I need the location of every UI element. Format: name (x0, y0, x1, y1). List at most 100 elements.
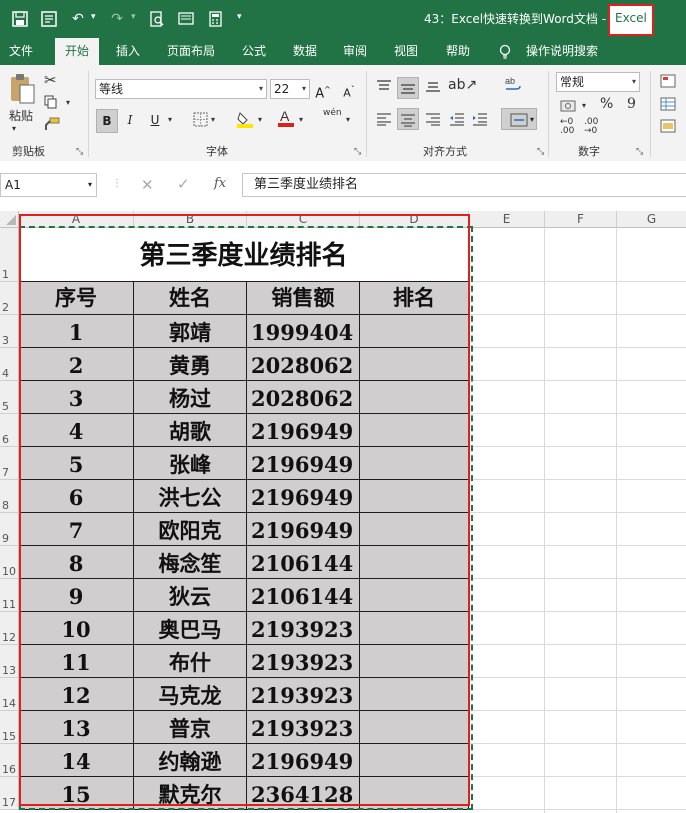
accounting-dropdown-icon[interactable]: ▾ (582, 101, 586, 110)
comma-style-button[interactable]: 9 (627, 96, 636, 112)
italic-button[interactable]: I (120, 109, 140, 131)
row-header-9[interactable]: 9 (0, 513, 19, 546)
row-number: 8 (2, 499, 9, 512)
column-header-g[interactable]: G (617, 211, 686, 228)
tab-page-layout[interactable]: 页面布局 (160, 38, 222, 65)
accounting-format-icon[interactable] (560, 99, 578, 116)
row-header-3[interactable]: 3 (0, 315, 19, 348)
fill-color-dropdown-icon[interactable]: ▾ (258, 115, 262, 124)
cell-styles-icon[interactable] (660, 119, 676, 136)
customize-qat-icon[interactable]: ▾ (237, 12, 242, 22)
conditional-format-icon[interactable] (660, 74, 676, 91)
column-header-e[interactable]: E (469, 211, 545, 228)
name-box[interactable]: A1 ▾ (0, 173, 97, 197)
print-preview-icon[interactable] (146, 8, 168, 30)
font-launcher-icon[interactable]: ⤡ (354, 147, 361, 157)
increase-indent-icon[interactable] (472, 112, 488, 129)
font-color-icon[interactable]: A (277, 108, 295, 131)
undo-dropdown-icon[interactable]: ▾ (91, 12, 96, 22)
phonetic-guide-icon[interactable]: wén (323, 108, 342, 118)
title-bar: ↶ ▾ ↷ ▾ ▾ 43：Excel快速转换到Word文档 - (0, 0, 686, 38)
row-header-4[interactable]: 4 (0, 348, 19, 381)
tab-home[interactable]: 开始 (55, 38, 99, 65)
row-header-11[interactable]: 11 (0, 579, 19, 612)
tab-insert[interactable]: 插入 (107, 38, 149, 65)
row-header-14[interactable]: 14 (0, 678, 19, 711)
wrap-text-icon[interactable]: ab (504, 75, 522, 98)
row-header-17[interactable]: 17 (0, 777, 19, 810)
row-header-8[interactable]: 8 (0, 480, 19, 513)
shrink-font-button[interactable]: Aˇ (340, 79, 358, 105)
align-left-icon[interactable] (376, 112, 392, 129)
copy-dropdown-icon[interactable]: ▾ (66, 98, 70, 107)
row-header-15[interactable]: 15 (0, 711, 19, 744)
formula-input[interactable]: 第三季度业绩排名 (242, 173, 686, 197)
align-bottom-icon[interactable] (425, 79, 441, 96)
paste-button[interactable]: 粘贴 (9, 107, 33, 124)
row-header-7[interactable]: 7 (0, 447, 19, 480)
copy-icon[interactable] (44, 95, 58, 112)
row-number: 14 (2, 697, 16, 710)
gridline (469, 677, 686, 678)
gridline (469, 479, 686, 480)
screen-icon[interactable] (175, 8, 197, 30)
row-header-5[interactable]: 5 (0, 381, 19, 414)
decrease-decimal-icon[interactable]: .00 →0 (584, 118, 598, 136)
grow-font-button[interactable]: A^ (314, 79, 332, 105)
row-header-1[interactable]: 1 (0, 228, 19, 282)
alignment-launcher-icon[interactable]: ⤡ (537, 147, 544, 157)
border-icon[interactable] (193, 112, 208, 130)
fill-color-icon[interactable] (236, 110, 254, 131)
row-number: 3 (2, 334, 9, 347)
clipboard-launcher-icon[interactable]: ⤡ (76, 147, 83, 157)
number-launcher-icon[interactable]: ⤡ (636, 147, 643, 157)
align-middle-button[interactable] (397, 77, 419, 99)
column-header-f[interactable]: F (545, 211, 617, 228)
tab-formulas[interactable]: 公式 (233, 38, 275, 65)
row-header-13[interactable]: 13 (0, 645, 19, 678)
phonetic-dropdown-icon[interactable]: ▾ (346, 115, 350, 124)
merge-center-button[interactable]: ▾ (501, 108, 537, 130)
calculator-icon[interactable] (205, 8, 227, 30)
row-header-12[interactable]: 12 (0, 612, 19, 645)
bold-button[interactable]: B (96, 109, 118, 133)
increase-decimal-icon[interactable]: ←0.00 (560, 118, 574, 136)
font-name-select[interactable]: 等线 ▾ (95, 79, 267, 99)
tab-review[interactable]: 审阅 (334, 38, 376, 65)
tab-view[interactable]: 视图 (385, 38, 427, 65)
format-painter-icon[interactable] (44, 117, 60, 134)
svg-text:A: A (280, 108, 290, 124)
underline-dropdown-icon[interactable]: ▾ (168, 115, 172, 124)
number-format-select[interactable]: 常规 ▾ (556, 72, 640, 92)
tab-file[interactable]: 文件 (0, 38, 42, 65)
form-icon[interactable] (38, 8, 60, 30)
border-dropdown-icon[interactable]: ▾ (211, 115, 215, 124)
percent-style-button[interactable]: % (600, 96, 613, 112)
select-all-button[interactable] (0, 211, 19, 228)
paste-dropdown-icon[interactable]: ▾ (12, 124, 16, 133)
align-top-icon[interactable] (376, 79, 392, 96)
font-size-select[interactable]: 22 ▾ (270, 79, 310, 99)
tab-help[interactable]: 帮助 (437, 38, 479, 65)
font-color-dropdown-icon[interactable]: ▾ (299, 115, 303, 124)
save-icon[interactable] (9, 8, 31, 30)
insert-function-button[interactable]: fx (214, 176, 226, 191)
gridline (469, 413, 686, 414)
undo-icon[interactable]: ↶ (67, 8, 89, 30)
format-as-table-icon[interactable] (660, 97, 676, 114)
align-right-icon[interactable] (425, 112, 441, 129)
row-header-2[interactable]: 2 (0, 282, 19, 315)
paste-icon[interactable] (8, 73, 36, 108)
row-header-10[interactable]: 10 (0, 546, 19, 579)
row-header-6[interactable]: 6 (0, 414, 19, 447)
orientation-icon[interactable]: ab↗ (448, 77, 477, 93)
cut-icon[interactable]: ✂ (44, 71, 57, 89)
lightbulb-icon[interactable] (495, 38, 515, 65)
underline-button[interactable]: U (145, 109, 165, 131)
row-header-16[interactable]: 16 (0, 744, 19, 777)
tell-me-search[interactable]: 操作说明搜索 (520, 38, 604, 65)
row-number: 5 (2, 400, 9, 413)
tab-data[interactable]: 数据 (284, 38, 326, 65)
decrease-indent-icon[interactable] (449, 112, 465, 129)
align-center-button[interactable] (397, 108, 419, 130)
